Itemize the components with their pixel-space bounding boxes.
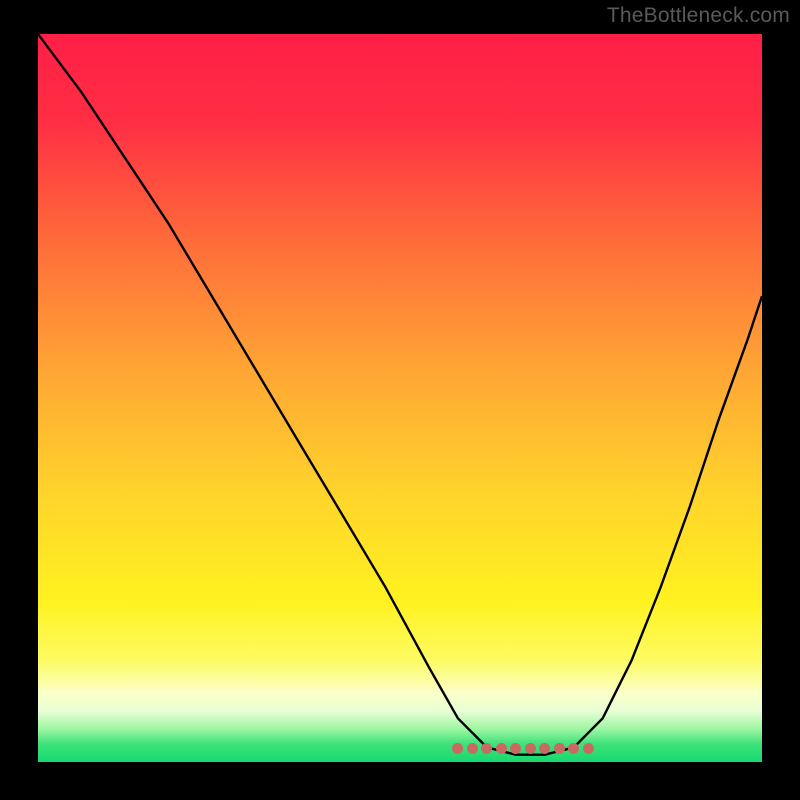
marker-dot [583,743,594,754]
marker-dot [452,743,463,754]
marker-dot [481,743,492,754]
marker-dot [467,743,478,754]
plot-area [38,34,762,762]
marker-dots [38,34,762,762]
marker-dot [525,743,536,754]
marker-dot [510,743,521,754]
chart-container: TheBottleneck.com [0,0,800,800]
marker-dot [554,743,565,754]
marker-dot [539,743,550,754]
marker-dot [568,743,579,754]
marker-dot [496,743,507,754]
watermark-text: TheBottleneck.com [607,4,790,28]
